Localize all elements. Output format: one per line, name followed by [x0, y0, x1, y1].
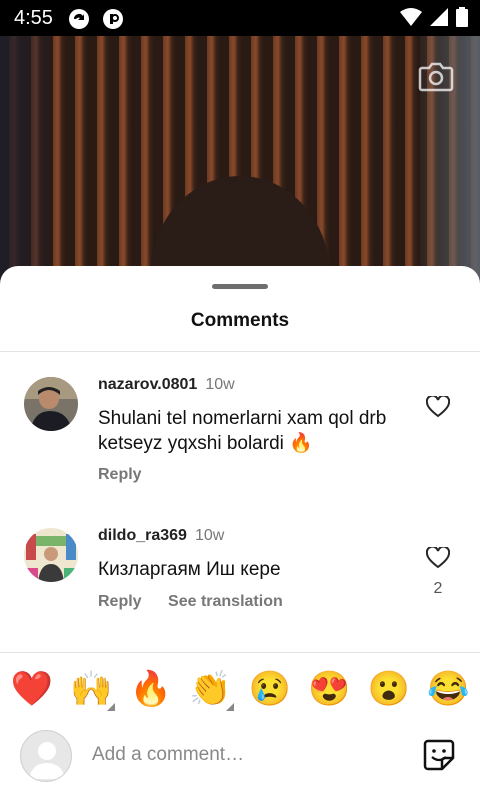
comment-username[interactable]: nazarov.0801 10w — [98, 376, 235, 394]
skin-tone-indicator — [107, 703, 116, 711]
reply-button[interactable]: Reply — [98, 593, 142, 610]
reply-button[interactable]: Reply — [98, 466, 142, 483]
comment-input[interactable] — [92, 740, 392, 770]
status-bar: 4:55 — [0, 0, 480, 36]
sticker-icon[interactable] — [422, 738, 456, 772]
emoji-clap-glyph: 👏 — [189, 670, 232, 708]
emoji-heart[interactable]: ❤️ — [6, 669, 58, 709]
wifi-icon — [400, 8, 422, 26]
comment-age: 10w — [205, 376, 235, 393]
emoji-fire[interactable]: 🔥 — [125, 669, 177, 709]
comment-age: 10w — [194, 527, 225, 544]
status-time: 4:55 — [14, 7, 53, 29]
emoji-clap[interactable]: 👏 — [184, 669, 236, 711]
title-divider — [0, 351, 480, 352]
emoji-surprised[interactable]: 😮 — [363, 669, 415, 709]
comment-text: Shulani tel nomerlarni xam qol drb ketse… — [98, 408, 387, 454]
sync-icon — [69, 9, 89, 29]
like-count: 2 — [433, 580, 443, 597]
username-text[interactable]: nazarov.0801 — [98, 376, 197, 393]
see-translation-button[interactable]: See translation — [168, 593, 283, 610]
comment-text: Кизларгаям Иш кере — [98, 559, 281, 580]
username-text[interactable]: dildo_ra369 — [98, 527, 187, 544]
signal-icon — [430, 8, 448, 26]
video-shade-left — [0, 36, 50, 286]
avatar[interactable] — [24, 528, 78, 582]
emoji-divider — [0, 652, 480, 653]
own-avatar — [20, 730, 72, 782]
emoji-crying[interactable]: 😢 — [244, 669, 296, 709]
comment-actions: Reply — [98, 466, 164, 484]
emoji-raised-hands[interactable]: 🙌 — [65, 669, 117, 711]
comment-username[interactable]: dildo_ra369 10w — [98, 527, 224, 545]
like-heart-icon[interactable] — [426, 396, 450, 418]
emoji-heart-eyes[interactable]: 😍 — [303, 669, 355, 709]
skin-tone-indicator — [226, 703, 235, 711]
camera-icon[interactable] — [418, 60, 454, 92]
comment-input-row — [0, 726, 480, 786]
emoji-laughing[interactable]: 😂 — [422, 669, 474, 709]
drag-handle[interactable] — [212, 284, 268, 289]
emoji-raised-hands-glyph: 🙌 — [70, 670, 113, 708]
emoji-reaction-bar: ❤️ 🙌 🔥 👏 😢 😍 😮 😂 — [0, 654, 480, 724]
app-notification-icon — [103, 9, 123, 29]
sheet-title: Comments — [190, 310, 290, 331]
battery-icon — [456, 7, 468, 27]
video-background[interactable] — [0, 36, 480, 286]
comment-actions: Reply See translation — [98, 593, 305, 611]
avatar[interactable] — [24, 377, 78, 431]
like-heart-icon[interactable] — [426, 547, 450, 569]
